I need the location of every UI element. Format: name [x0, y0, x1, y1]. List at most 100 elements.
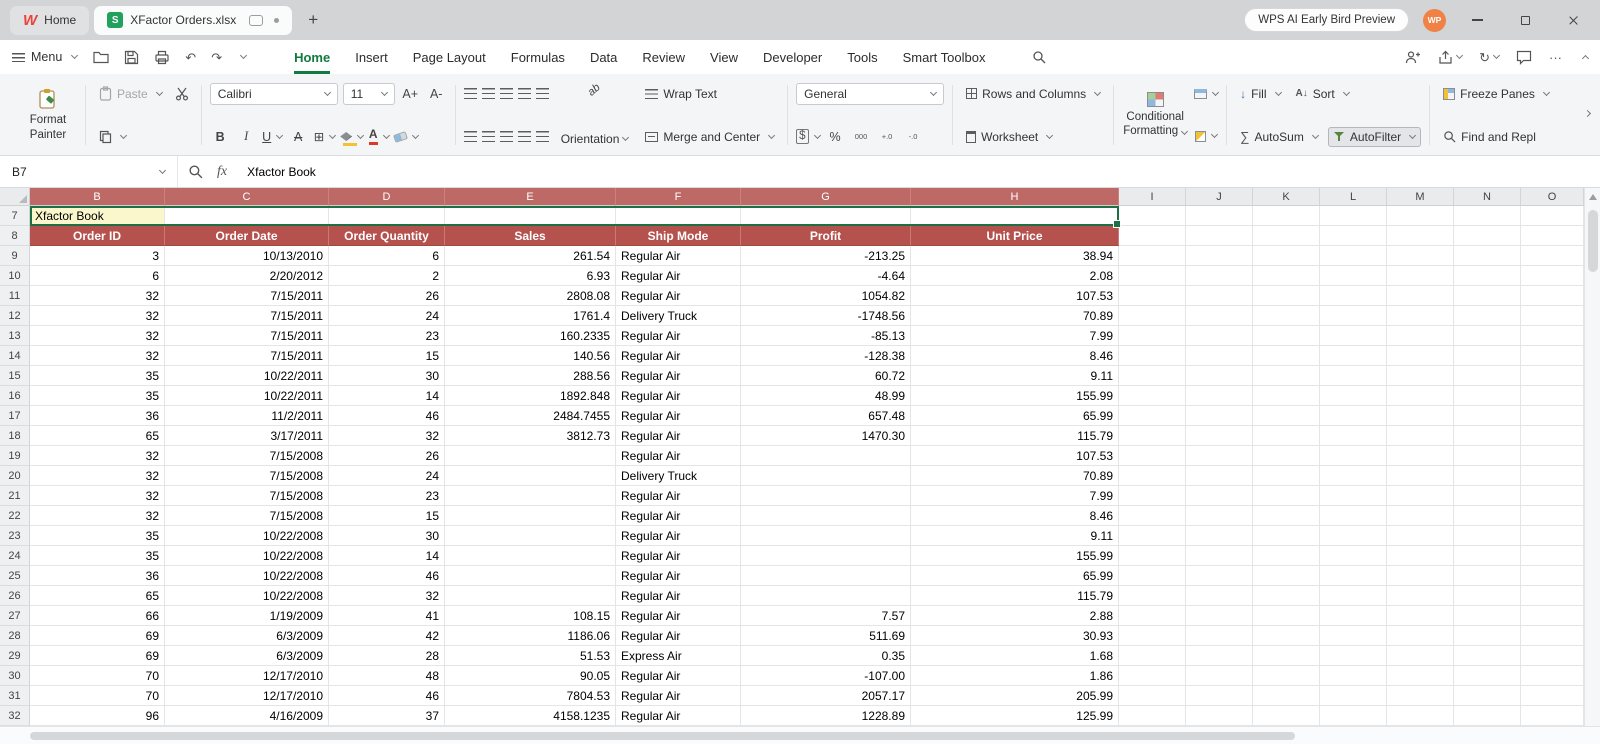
cell-N23[interactable] — [1454, 526, 1521, 546]
cell-I12[interactable] — [1119, 306, 1186, 326]
cell-I9[interactable] — [1119, 246, 1186, 266]
cell-H20[interactable]: 70.89 — [911, 466, 1119, 486]
cell-J22[interactable] — [1186, 506, 1253, 526]
wps-ai-button[interactable]: WPS AI Early Bird Preview — [1244, 8, 1409, 32]
cell-N15[interactable] — [1454, 366, 1521, 386]
cell-G23[interactable] — [741, 526, 911, 546]
cell-O23[interactable] — [1521, 526, 1584, 546]
cell-L26[interactable] — [1320, 586, 1387, 606]
wps-home-tab[interactable]: W Home — [10, 5, 90, 35]
row-header-31[interactable]: 31 — [0, 686, 30, 706]
cell-E24[interactable] — [445, 546, 616, 566]
cell-J16[interactable] — [1186, 386, 1253, 406]
formula-content[interactable]: Xfactor Book — [247, 165, 316, 179]
cell-I26[interactable] — [1119, 586, 1186, 606]
cell-M18[interactable] — [1387, 426, 1454, 446]
cell-C32[interactable]: 4/16/2009 — [165, 706, 329, 726]
cell-L13[interactable] — [1320, 326, 1387, 346]
cell-I10[interactable] — [1119, 266, 1186, 286]
cell-K13[interactable] — [1253, 326, 1320, 346]
cell-H31[interactable]: 205.99 — [911, 686, 1119, 706]
cell-L23[interactable] — [1320, 526, 1387, 546]
row-header-30[interactable]: 30 — [0, 666, 30, 686]
column-header-F[interactable]: F — [616, 188, 741, 206]
cell-G18[interactable]: 1470.30 — [741, 426, 911, 446]
cell-B20[interactable]: 32 — [30, 466, 165, 486]
cell-J20[interactable] — [1186, 466, 1253, 486]
cell-O17[interactable] — [1521, 406, 1584, 426]
sort-button[interactable]: A↓ Sort — [1291, 85, 1354, 103]
cell-K18[interactable] — [1253, 426, 1320, 446]
cell-K9[interactable] — [1253, 246, 1320, 266]
cell-D21[interactable]: 23 — [329, 486, 445, 506]
cell-E19[interactable] — [445, 446, 616, 466]
cell-N11[interactable] — [1454, 286, 1521, 306]
cell-F13[interactable]: Regular Air — [616, 326, 741, 346]
cell-J28[interactable] — [1186, 626, 1253, 646]
cell-G21[interactable] — [741, 486, 911, 506]
cell-C17[interactable]: 11/2/2011 — [165, 406, 329, 426]
document-tab[interactable]: S XFactor Orders.xlsx — [94, 5, 293, 35]
cell-K15[interactable] — [1253, 366, 1320, 386]
cell-K31[interactable] — [1253, 686, 1320, 706]
row-header-20[interactable]: 20 — [0, 466, 30, 486]
cell-E13[interactable]: 160.2335 — [445, 326, 616, 346]
cell-O28[interactable] — [1521, 626, 1584, 646]
cell-B19[interactable]: 32 — [30, 446, 165, 466]
cell-C20[interactable]: 7/15/2008 — [165, 466, 329, 486]
cell-G32[interactable]: 1228.89 — [741, 706, 911, 726]
column-header-D[interactable]: D — [329, 188, 445, 206]
cell-H24[interactable]: 155.99 — [911, 546, 1119, 566]
cell-D16[interactable]: 14 — [329, 386, 445, 406]
cell-H9[interactable]: 38.94 — [911, 246, 1119, 266]
cell-J29[interactable] — [1186, 646, 1253, 666]
cell-O15[interactable] — [1521, 366, 1584, 386]
cell-M20[interactable] — [1387, 466, 1454, 486]
cell-I31[interactable] — [1119, 686, 1186, 706]
cell-M17[interactable] — [1387, 406, 1454, 426]
cell-N7[interactable] — [1454, 206, 1521, 226]
tab-tools[interactable]: Tools — [847, 40, 877, 74]
cell-H27[interactable]: 2.88 — [911, 606, 1119, 626]
column-header-M[interactable]: M — [1387, 188, 1454, 206]
cell-B17[interactable]: 36 — [30, 406, 165, 426]
cell-E27[interactable]: 108.15 — [445, 606, 616, 626]
cell-B12[interactable]: 32 — [30, 306, 165, 326]
cell-F11[interactable]: Regular Air — [616, 286, 741, 306]
cell-M31[interactable] — [1387, 686, 1454, 706]
cell-L9[interactable] — [1320, 246, 1387, 266]
cell-E22[interactable] — [445, 506, 616, 526]
cell-L27[interactable] — [1320, 606, 1387, 626]
tab-page-layout[interactable]: Page Layout — [413, 40, 486, 74]
italic-button[interactable]: I — [236, 127, 257, 147]
cell-B30[interactable]: 70 — [30, 666, 165, 686]
cell-C9[interactable]: 10/13/2010 — [165, 246, 329, 266]
cell-F26[interactable]: Regular Air — [616, 586, 741, 606]
row-header-24[interactable]: 24 — [0, 546, 30, 566]
cell-J12[interactable] — [1186, 306, 1253, 326]
row-header-8[interactable]: 8 — [0, 226, 30, 246]
cell-O18[interactable] — [1521, 426, 1584, 446]
increase-font-button[interactable]: A+ — [400, 84, 421, 104]
column-header-E[interactable]: E — [445, 188, 616, 206]
cell-F25[interactable]: Regular Air — [616, 566, 741, 586]
cell-N22[interactable] — [1454, 506, 1521, 526]
cell-C16[interactable]: 10/22/2011 — [165, 386, 329, 406]
cell-C14[interactable]: 7/15/2011 — [165, 346, 329, 366]
row-header-25[interactable]: 25 — [0, 566, 30, 586]
cell-L32[interactable] — [1320, 706, 1387, 726]
cell-M16[interactable] — [1387, 386, 1454, 406]
cell-G12[interactable]: -1748.56 — [741, 306, 911, 326]
cell-style-button[interactable] — [1194, 126, 1219, 146]
fill-button[interactable]: ↓ Fill — [1235, 85, 1285, 103]
cell-G30[interactable]: -107.00 — [741, 666, 911, 686]
cell-H8[interactable]: Unit Price — [911, 226, 1119, 246]
align-right-icon[interactable] — [499, 131, 513, 142]
ribbon-search-icon[interactable] — [1032, 50, 1046, 64]
cell-F29[interactable]: Express Air — [616, 646, 741, 666]
row-header-10[interactable]: 10 — [0, 266, 30, 286]
row-header-15[interactable]: 15 — [0, 366, 30, 386]
tab-smart-toolbox[interactable]: Smart Toolbox — [903, 40, 986, 74]
cell-C12[interactable]: 7/15/2011 — [165, 306, 329, 326]
cell-D23[interactable]: 30 — [329, 526, 445, 546]
